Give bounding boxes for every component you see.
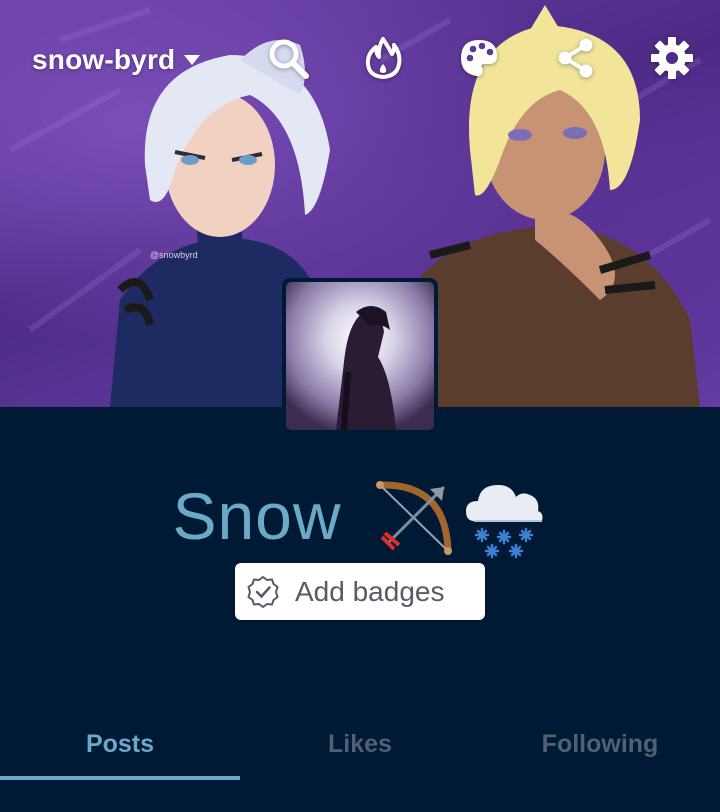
activity-button[interactable] bbox=[359, 34, 407, 82]
share-button[interactable] bbox=[552, 34, 600, 82]
tab-following-label: Following bbox=[541, 729, 659, 758]
tab-posts-label: Posts bbox=[85, 729, 155, 758]
top-bar: snow-byrd bbox=[0, 0, 720, 120]
tab-posts[interactable]: Posts bbox=[0, 708, 240, 780]
blog-title: Snow bbox=[172, 479, 342, 553]
tab-likes-label: Likes bbox=[328, 729, 392, 758]
blog-title-row: Snow bbox=[0, 470, 720, 562]
blog-avatar[interactable] bbox=[282, 278, 438, 434]
blog-switcher[interactable]: snow-byrd bbox=[32, 41, 201, 79]
palette-button[interactable] bbox=[455, 34, 503, 82]
palette-icon bbox=[461, 40, 497, 77]
share-icon bbox=[558, 38, 593, 78]
active-tab-indicator bbox=[0, 776, 240, 780]
chevron-down-icon bbox=[184, 55, 201, 65]
add-badges-label: Add badges bbox=[295, 575, 445, 607]
avatar-image bbox=[286, 282, 434, 430]
blog-name: snow-byrd bbox=[32, 44, 176, 75]
add-badges-button[interactable]: Add badges bbox=[235, 563, 485, 620]
search-icon bbox=[269, 39, 309, 79]
badge-icon bbox=[247, 575, 279, 608]
snow-cloud-emoji-icon bbox=[465, 485, 543, 559]
image-watermark: @snowbyrd bbox=[150, 250, 198, 260]
flame-icon bbox=[365, 37, 402, 79]
settings-button[interactable] bbox=[648, 34, 696, 82]
gear-icon bbox=[651, 37, 693, 79]
profile-tabs: Posts Likes Following bbox=[0, 708, 720, 780]
tab-likes[interactable]: Likes bbox=[240, 708, 480, 780]
search-button[interactable] bbox=[264, 34, 312, 82]
bow-and-arrow-emoji-icon bbox=[375, 481, 452, 555]
tab-following[interactable]: Following bbox=[480, 708, 720, 780]
